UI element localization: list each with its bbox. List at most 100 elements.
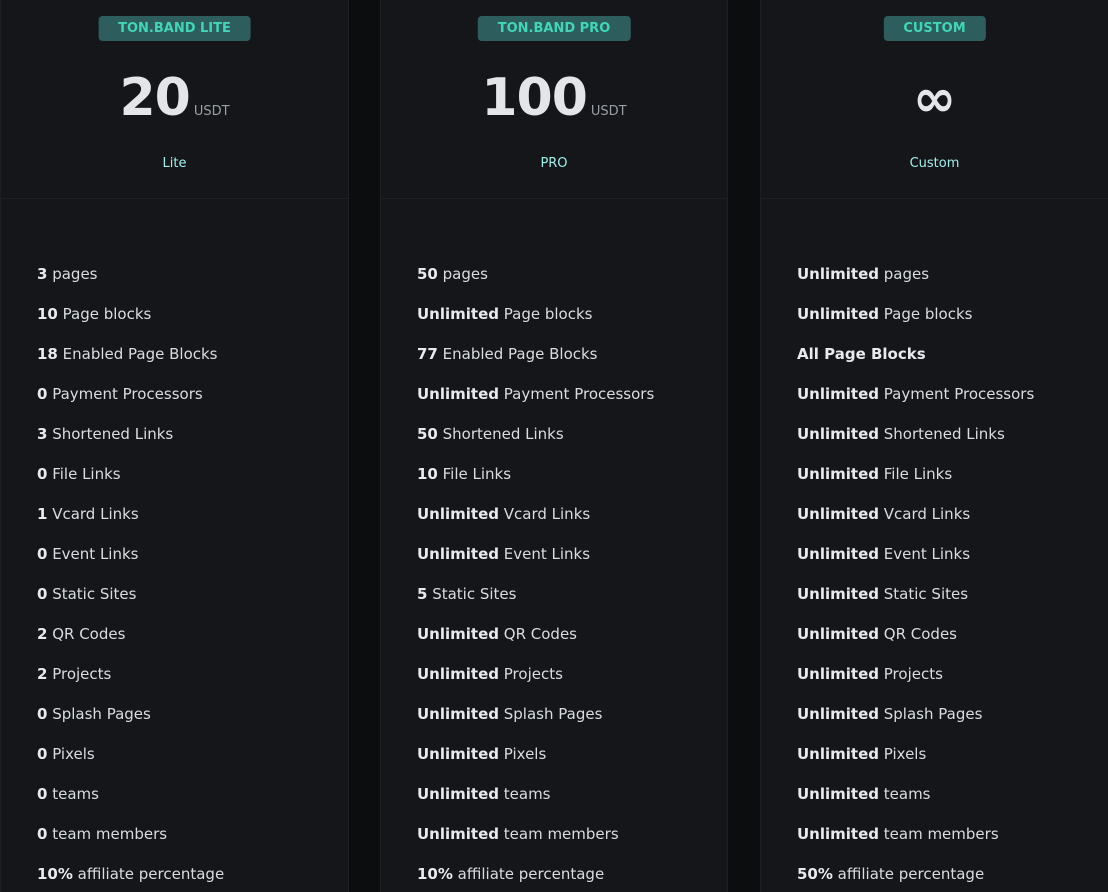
price-currency: USDT	[590, 104, 627, 119]
feature-value: 10%	[417, 865, 453, 883]
feature-value: Unlimited	[797, 385, 879, 403]
feature-value: 10	[37, 305, 58, 323]
feature-label: team members	[47, 825, 168, 843]
feature-label: Splash Pages	[879, 705, 983, 723]
feature-value: 0	[37, 545, 48, 563]
feature-list: Unlimited pages Unlimited Page blocks All …	[797, 258, 1034, 892]
feature-label: Static Sites	[47, 585, 137, 603]
price-amount: 20	[119, 68, 190, 128]
feature-item: 5 Static Sites	[417, 578, 654, 618]
feature-item: 0 teams	[37, 778, 224, 818]
feature-label: Enabled Page Blocks	[57, 345, 218, 363]
feature-value: 1	[37, 505, 48, 523]
feature-label: Event Links	[879, 545, 971, 563]
feature-label: pages	[437, 265, 488, 283]
feature-label: Shortened Links	[879, 425, 1005, 443]
feature-item: Unlimited pages	[797, 258, 1034, 298]
feature-label: QR Codes	[879, 625, 957, 643]
feature-label: Page blocks	[879, 305, 973, 323]
feature-item: Unlimited Payment Processors	[417, 378, 654, 418]
feature-label: teams	[47, 785, 99, 803]
feature-label: Payment Processors	[499, 385, 655, 403]
feature-item: 50 Shortened Links	[417, 418, 654, 458]
plan-card-custom: CUSTOM ∞ Custom Unlimited pages Unlimited…	[760, 0, 1108, 892]
feature-value: Unlimited	[797, 465, 879, 483]
feature-value: Unlimited	[797, 585, 879, 603]
feature-label: team members	[879, 825, 999, 843]
feature-item: All Page Blocks	[797, 338, 1034, 378]
plan-price: 100 USDT	[381, 68, 727, 128]
feature-value: 0	[37, 465, 48, 483]
feature-value: 0	[37, 785, 48, 803]
feature-item: Unlimited Pixels	[417, 738, 654, 778]
feature-value: 77	[417, 345, 438, 363]
feature-label: teams	[879, 785, 931, 803]
feature-value: Unlimited	[797, 625, 879, 643]
feature-label: Pixels	[47, 745, 95, 763]
feature-label: teams	[499, 785, 551, 803]
feature-value: All Page Blocks	[797, 345, 926, 363]
feature-label: Page blocks	[57, 305, 152, 323]
feature-label: Splash Pages	[499, 705, 603, 723]
pricing-page: TON.BAND LITE 20 USDT Lite 3 pages 10 Page…	[0, 0, 1108, 892]
feature-item: Unlimited Splash Pages	[797, 698, 1034, 738]
feature-item: 10 File Links	[417, 458, 654, 498]
feature-item: Unlimited team members	[417, 818, 654, 858]
feature-label: Vcard Links	[499, 505, 591, 523]
feature-label: Static Sites	[879, 585, 969, 603]
feature-value: Unlimited	[417, 625, 499, 643]
feature-label: affiliate percentage	[832, 865, 985, 883]
feature-value: Unlimited	[417, 665, 499, 683]
feature-item: Unlimited teams	[417, 778, 654, 818]
plan-header: TON.BAND LITE 20 USDT Lite	[1, 0, 348, 199]
feature-value: 0	[37, 385, 48, 403]
plan-name: PRO	[540, 156, 568, 171]
feature-value: Unlimited	[797, 665, 879, 683]
feature-value: Unlimited	[417, 785, 499, 803]
feature-value: 50%	[797, 865, 833, 883]
feature-label: affiliate percentage	[72, 865, 225, 883]
feature-item: Unlimited Pixels	[797, 738, 1034, 778]
feature-item: 50 pages	[417, 258, 654, 298]
feature-label: team members	[499, 825, 619, 843]
feature-item: Unlimited Vcard Links	[417, 498, 654, 538]
feature-value: 2	[37, 625, 48, 643]
feature-item: Unlimited Vcard Links	[797, 498, 1034, 538]
feature-item: 0 Payment Processors	[37, 378, 224, 418]
feature-label: Shortened Links	[437, 425, 564, 443]
feature-value: 5	[417, 585, 428, 603]
feature-value: 50	[417, 425, 438, 443]
feature-item: 0 Static Sites	[37, 578, 224, 618]
feature-value: 50	[417, 265, 438, 283]
plan-card-pro: TON.BAND PRO 100 USDT PRO 50 pages Unlimit…	[380, 0, 728, 892]
feature-value: Unlimited	[797, 785, 879, 803]
feature-value: Unlimited	[417, 305, 499, 323]
feature-item: Unlimited Page blocks	[797, 298, 1034, 338]
feature-item: 1 Vcard Links	[37, 498, 224, 538]
feature-value: Unlimited	[417, 745, 499, 763]
feature-label: Payment Processors	[879, 385, 1035, 403]
plan-badge: TON.BAND PRO	[477, 16, 631, 41]
feature-label: pages	[47, 265, 98, 283]
feature-label: Page blocks	[499, 305, 593, 323]
feature-value: Unlimited	[797, 505, 879, 523]
feature-value: 2	[37, 665, 48, 683]
feature-label: Event Links	[47, 545, 139, 563]
feature-item: 0 team members	[37, 818, 224, 858]
feature-item: Unlimited teams	[797, 778, 1034, 818]
infinity-icon: ∞	[912, 69, 957, 129]
feature-item: Unlimited Static Sites	[797, 578, 1034, 618]
feature-item: Unlimited Event Links	[797, 538, 1034, 578]
plan-header: TON.BAND PRO 100 USDT PRO	[381, 0, 727, 199]
feature-item: 18 Enabled Page Blocks	[37, 338, 224, 378]
feature-item: Unlimited Event Links	[417, 538, 654, 578]
feature-value: 10	[417, 465, 438, 483]
feature-label: affiliate percentage	[452, 865, 605, 883]
feature-item: 10% affiliate percentage	[417, 858, 654, 892]
plan-badge: TON.BAND LITE	[98, 16, 251, 41]
plan-price: ∞	[761, 68, 1108, 130]
feature-item: Unlimited Page blocks	[417, 298, 654, 338]
feature-label: File Links	[47, 465, 121, 483]
plan-name: Lite	[162, 156, 187, 171]
feature-value: Unlimited	[797, 545, 879, 563]
